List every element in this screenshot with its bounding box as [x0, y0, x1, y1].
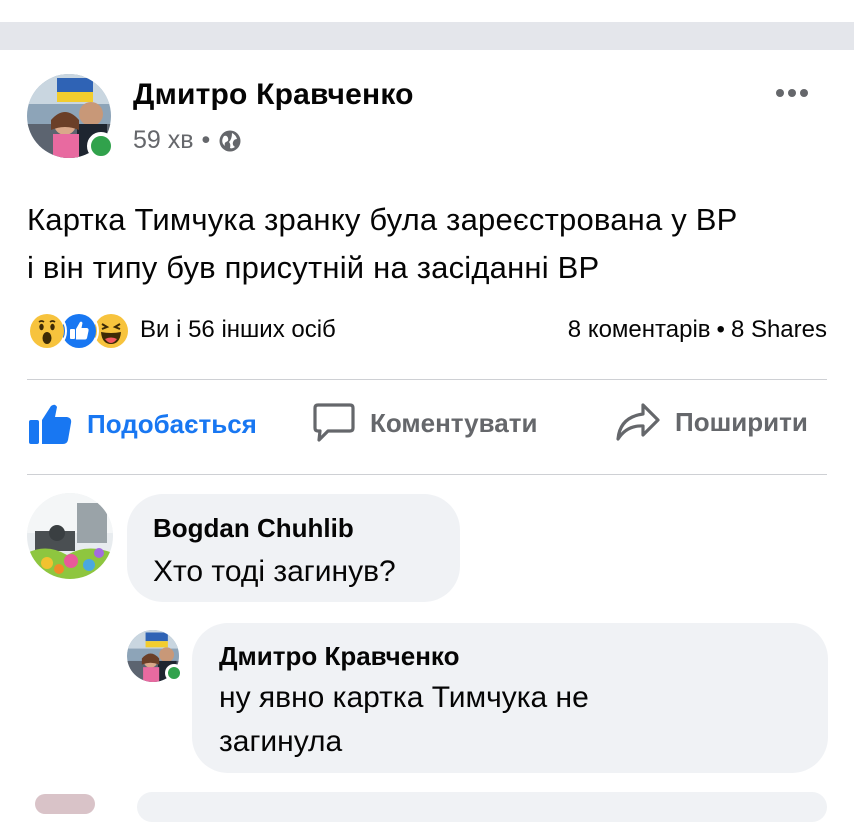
- commenter-avatar[interactable]: [27, 493, 113, 579]
- meta-separator: •: [201, 126, 211, 154]
- comment-author[interactable]: Bogdan Chuhlib: [153, 513, 354, 544]
- globe-icon: [219, 130, 241, 151]
- post-author-name[interactable]: Дмитро Кравченко: [133, 78, 414, 112]
- counts-separator: •: [716, 316, 725, 343]
- online-status-indicator: [87, 132, 115, 160]
- reactions-summary[interactable]: Ви і 56 інших осіб: [140, 316, 336, 344]
- more-options-icon[interactable]: [776, 82, 816, 104]
- post-text: Картка Тимчука зранку була зареєстрована…: [27, 196, 827, 292]
- reply-text-line: загинула: [219, 725, 343, 758]
- comment-bubble-icon: [313, 403, 355, 442]
- wow-icon: [27, 311, 67, 351]
- reply-text-line: ну явно картка Тимчука не: [219, 681, 589, 714]
- post-text-line: і він типу був присутній на засіданні ВР: [27, 250, 600, 285]
- reply-author[interactable]: Дмитро Кравченко: [219, 641, 459, 672]
- status-area: [0, 0, 854, 22]
- comments-count[interactable]: 8 коментарів: [568, 316, 711, 344]
- comment-label: Коментувати: [370, 407, 538, 438]
- engagement-counts: 8 коментарів • 8 Shares: [568, 316, 827, 344]
- next-comment-peek: [27, 790, 827, 822]
- post-text-line: Картка Тимчука зранку була зареєстрована…: [27, 202, 738, 237]
- post-time[interactable]: 59 хв: [133, 126, 194, 155]
- comment-text: Хто тоді загинув?: [153, 555, 396, 588]
- divider: [27, 474, 827, 475]
- like-button[interactable]: Подобається: [27, 402, 257, 446]
- share-arrow-icon: [616, 403, 660, 441]
- comment-button[interactable]: Коментувати: [312, 402, 537, 444]
- reaction-icons[interactable]: [27, 311, 131, 351]
- online-status-indicator: [165, 664, 183, 682]
- share-button[interactable]: Поширити: [615, 402, 808, 442]
- feed-separator: [0, 22, 854, 50]
- thumbs-up-icon: [29, 404, 72, 444]
- divider: [27, 379, 827, 380]
- reply-author-avatar[interactable]: [127, 630, 183, 682]
- share-label: Поширити: [675, 406, 808, 437]
- author-avatar[interactable]: [27, 74, 115, 160]
- shares-count[interactable]: 8 Shares: [731, 316, 827, 344]
- post-meta: 59 хв •: [133, 126, 242, 155]
- like-label: Подобається: [87, 408, 257, 439]
